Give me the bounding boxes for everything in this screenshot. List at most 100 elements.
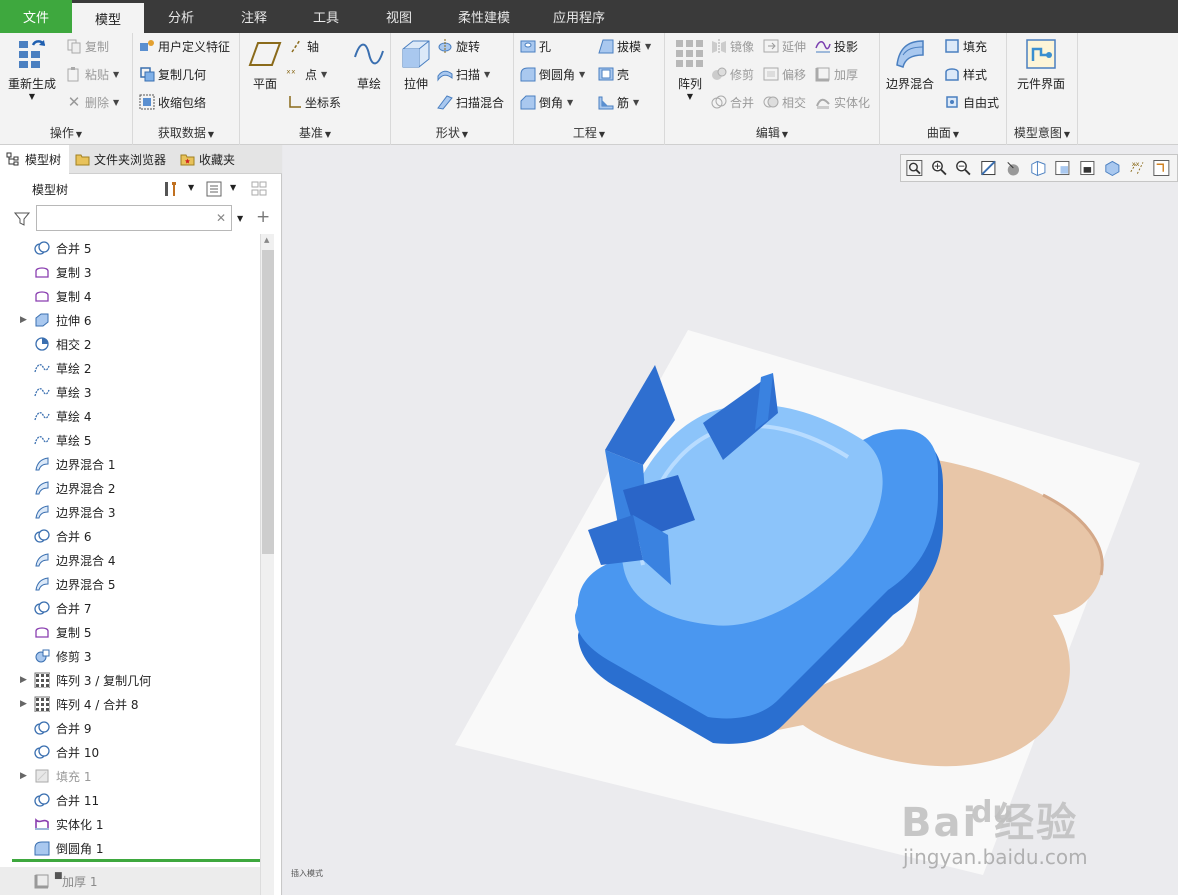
style-button[interactable]: 样式 — [944, 63, 987, 85]
group-model-intent-label[interactable]: 模型意图 ▼ — [1007, 124, 1077, 141]
model-scene[interactable] — [283, 145, 1178, 895]
round-dropdown-icon[interactable]: ▼ — [579, 70, 585, 79]
view-manager-icon[interactable] — [1053, 158, 1072, 178]
tree-node[interactable]: 合并 9 — [0, 716, 260, 740]
pattern-dropdown-icon[interactable]: ▼ — [687, 92, 693, 101]
tree-node[interactable]: 草绘 4 — [0, 404, 260, 428]
insert-indicator[interactable] — [12, 859, 260, 862]
point-dropdown-icon[interactable]: ▼ — [321, 70, 327, 79]
annotation-display-icon[interactable] — [1103, 158, 1122, 178]
settings-tools-icon[interactable] — [162, 180, 180, 198]
delete-button[interactable]: ✕ 删除 ▼ — [66, 91, 119, 113]
intersect-button[interactable]: 相交 — [763, 91, 806, 113]
extrude-button[interactable]: 拉伸 — [399, 37, 433, 92]
add-filter-icon[interactable]: + — [256, 207, 270, 227]
filter-icon[interactable] — [14, 211, 30, 227]
delete-dropdown-icon[interactable]: ▼ — [113, 98, 119, 107]
clear-search-icon[interactable]: ✕ — [216, 211, 226, 225]
show-dropdown-icon[interactable]: ▼ — [230, 183, 236, 192]
tree-node[interactable]: 复制 5 — [0, 620, 260, 644]
boundary-blend-button[interactable]: 边界混合 — [886, 37, 934, 92]
group-engineering-label[interactable]: 工程 ▼ — [514, 124, 664, 141]
graphics-window[interactable]: xx 插入模式 Bai 经验 du jingyan.baidu.com — [283, 145, 1178, 895]
tree-node[interactable]: 边界混合 1 — [0, 452, 260, 476]
draft-button[interactable]: 拔模 ▼ — [598, 35, 651, 57]
scroll-up-icon[interactable]: ▲ — [264, 236, 269, 244]
tree-node[interactable]: 草绘 5 — [0, 428, 260, 452]
tree-node[interactable]: ▶ 阵列 4 / 合并 8 — [0, 692, 260, 716]
sweep-button[interactable]: 扫描 ▼ — [437, 63, 490, 85]
tree-node[interactable]: 合并 7 — [0, 596, 260, 620]
tree-node[interactable]: 复制 3 — [0, 260, 260, 284]
refit-icon[interactable] — [905, 158, 924, 178]
tree-node[interactable]: ▶ 拉伸 6 — [0, 308, 260, 332]
tree-node[interactable]: 合并 11 — [0, 788, 260, 812]
tree-node[interactable]: 倒圆角 1 — [0, 836, 260, 858]
expand-arrow-icon[interactable]: ▶ — [20, 675, 27, 685]
copy-geometry-button[interactable]: 复制几何 — [139, 63, 206, 85]
tree-node[interactable]: ▶ 阵列 3 / 复制几何 — [0, 668, 260, 692]
mirror-button[interactable]: 镜像 — [711, 35, 754, 57]
columns-icon[interactable] — [250, 180, 270, 198]
rib-dropdown-icon[interactable]: ▼ — [633, 98, 639, 107]
menu-tab-annotate[interactable]: 注释 — [218, 0, 290, 33]
point-button[interactable]: ˣˣ 点 ▼ — [286, 63, 327, 85]
menu-tab-file[interactable]: 文件 — [0, 0, 72, 33]
group-editing-label[interactable]: 编辑 ▼ — [665, 124, 879, 141]
udf-button[interactable]: 用户定义特征 — [139, 35, 230, 57]
tree-node[interactable]: 边界混合 5 — [0, 572, 260, 596]
tree-node[interactable]: 复制 4 — [0, 284, 260, 308]
tree-scrollbar[interactable]: ▲ — [260, 234, 274, 895]
extend-button[interactable]: 延伸 — [763, 35, 806, 57]
group-surfaces-label[interactable]: 曲面 ▼ — [880, 124, 1006, 141]
expand-arrow-icon[interactable]: ▶ — [20, 315, 27, 325]
search-dropdown-icon[interactable]: ▼ — [237, 214, 243, 223]
regenerate-button[interactable]: 重新生成 ▼ — [8, 37, 56, 101]
group-operations-label[interactable]: 操作 ▼ — [0, 124, 132, 141]
chamfer-dropdown-icon[interactable]: ▼ — [567, 98, 573, 107]
tab-model-tree[interactable]: 模型树 — [0, 145, 70, 174]
tab-folder-browser[interactable]: 文件夹浏览器 — [69, 145, 174, 174]
menu-tab-applications[interactable]: 应用程序 — [532, 0, 626, 33]
paste-dropdown-icon[interactable]: ▼ — [113, 70, 119, 79]
tree-scrollbar-thumb[interactable] — [262, 250, 274, 554]
chamfer-button[interactable]: 倒角 ▼ — [520, 91, 573, 113]
settings-dropdown-icon[interactable]: ▼ — [188, 183, 194, 192]
merge-button[interactable]: 合并 — [711, 91, 754, 113]
menu-tab-view[interactable]: 视图 — [362, 0, 436, 33]
revolve-button[interactable]: 旋转 — [437, 35, 480, 57]
fill-button[interactable]: 填充 — [944, 35, 987, 57]
project-button[interactable]: 投影 — [815, 35, 858, 57]
sketch-button[interactable]: 草绘 — [352, 37, 386, 92]
tree-node[interactable]: 修剪 3 — [0, 644, 260, 668]
component-interface-button[interactable]: 元件界面 — [1017, 37, 1065, 92]
shrinkwrap-button[interactable]: 收缩包络 — [139, 91, 206, 113]
regenerate-dropdown-icon[interactable]: ▼ — [29, 92, 35, 101]
repaint-icon[interactable] — [979, 158, 998, 178]
saved-orientations-icon[interactable] — [1029, 158, 1048, 178]
tree-node-thicken[interactable]: ■ 加厚 1 — [0, 867, 260, 895]
datum-display-icon[interactable]: xx — [1128, 158, 1147, 178]
tree-node[interactable]: 草绘 2 — [0, 356, 260, 380]
tree-search-input[interactable] — [36, 205, 232, 231]
copy-button[interactable]: 复制 — [66, 35, 109, 57]
menu-tab-analysis[interactable]: 分析 — [144, 0, 218, 33]
menu-tab-tools[interactable]: 工具 — [290, 0, 362, 33]
tree-node[interactable]: ▶ 填充 1 — [0, 764, 260, 788]
plane-button[interactable]: 平面 — [248, 37, 282, 92]
swept-blend-button[interactable]: 扫描混合 — [437, 91, 504, 113]
tree-node[interactable]: 实体化 1 — [0, 812, 260, 836]
tree-node[interactable]: 边界混合 2 — [0, 476, 260, 500]
csys-button[interactable]: 坐标系 — [286, 91, 341, 113]
perspective-icon[interactable] — [1078, 158, 1097, 178]
sweep-dropdown-icon[interactable]: ▼ — [484, 70, 490, 79]
tree-node[interactable]: 合并 10 — [0, 740, 260, 764]
tree-node[interactable]: 合并 5 — [0, 236, 260, 260]
tab-favorites[interactable]: 收藏夹 — [174, 145, 243, 174]
show-list-icon[interactable] — [205, 180, 223, 198]
offset-button[interactable]: 偏移 — [763, 63, 806, 85]
display-style-icon[interactable] — [1004, 158, 1023, 178]
tree-node[interactable]: 合并 6 — [0, 524, 260, 548]
trim-button[interactable]: 修剪 — [711, 63, 754, 85]
tree-node[interactable]: 边界混合 3 — [0, 500, 260, 524]
